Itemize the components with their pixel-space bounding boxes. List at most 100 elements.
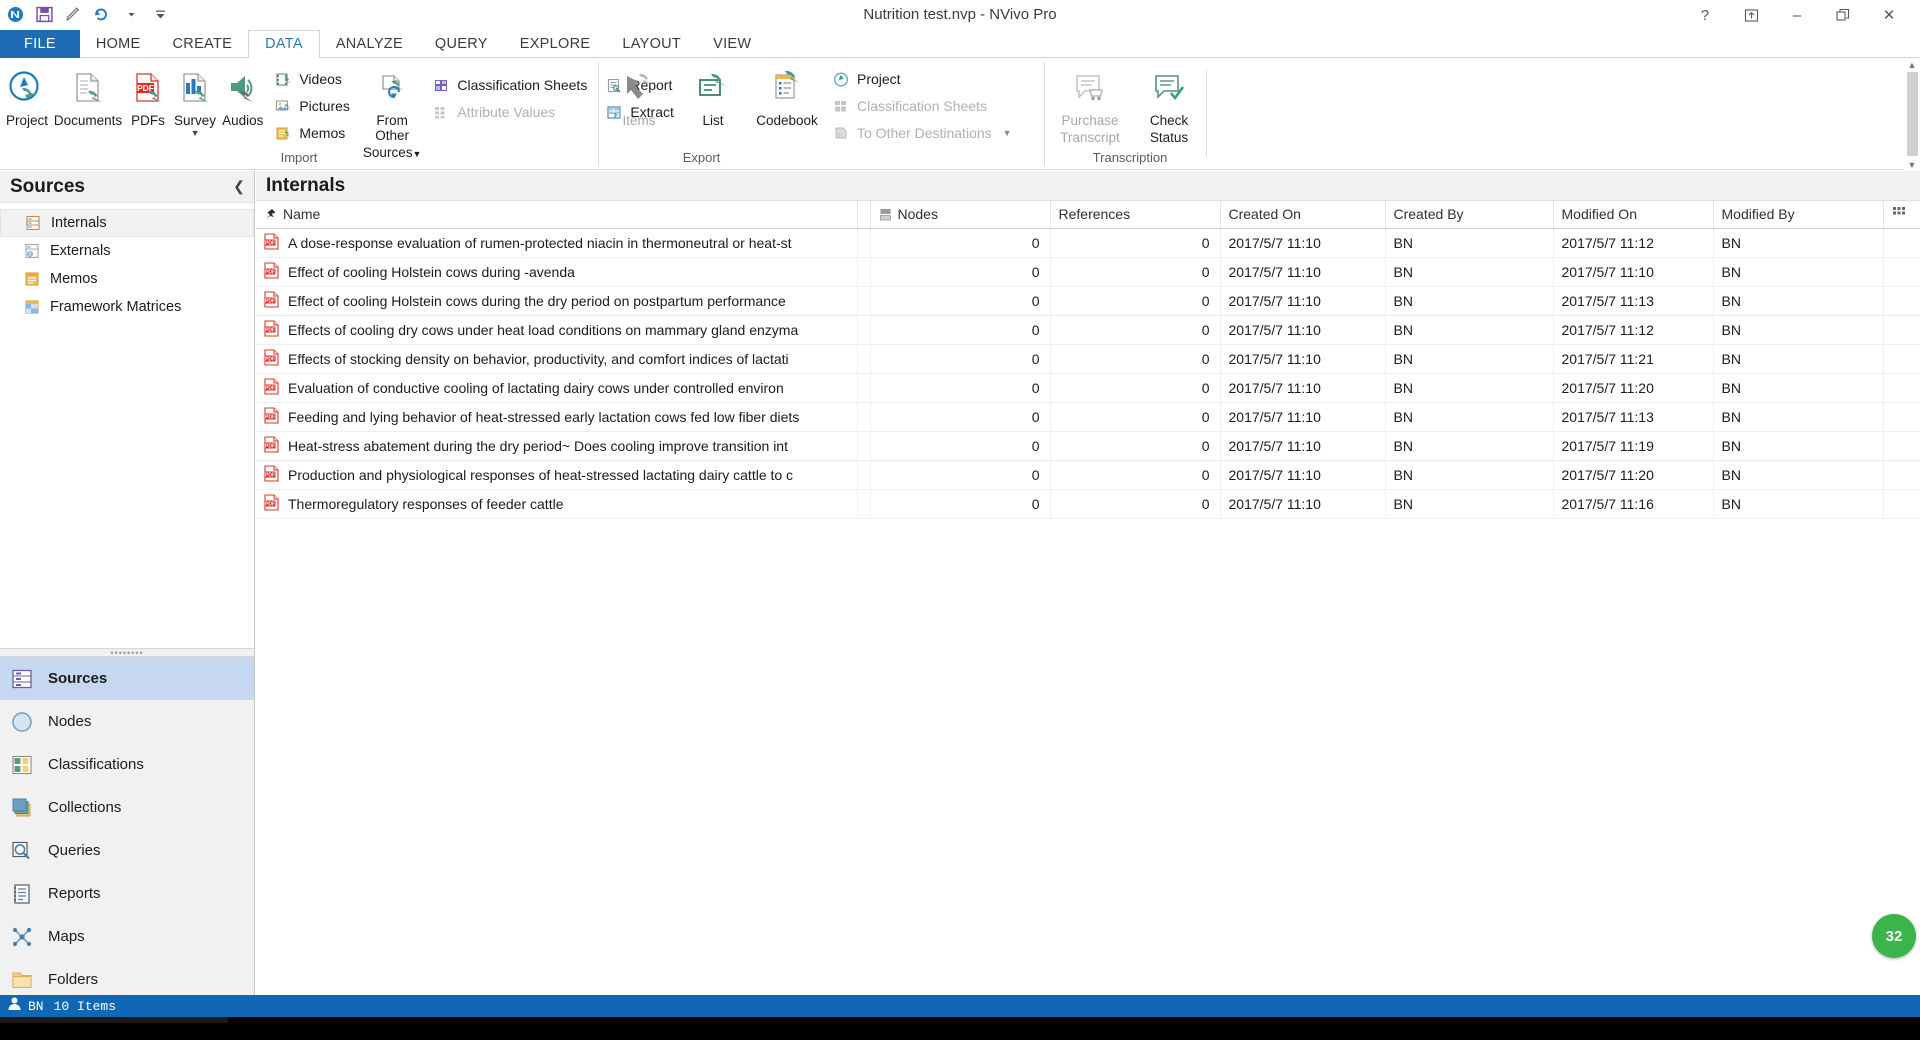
nav-item-sources[interactable]: Sources (0, 657, 254, 700)
column-header-name[interactable]: Name (256, 201, 858, 229)
table-row[interactable]: PDF Effects of cooling dry cows under hea… (256, 315, 1920, 345)
export-codebook-button[interactable]: Codebook (750, 62, 824, 148)
import-classification-sheets-button[interactable]: Classification Sheets (428, 72, 595, 98)
pdf-icon: PDF (264, 261, 279, 282)
cell-name[interactable]: PDF Production and physiological response… (256, 460, 858, 490)
table-row[interactable]: PDF Effects of stocking density on behavi… (256, 344, 1920, 374)
ribbon-group-export-label: Export (682, 150, 721, 165)
export-list-button[interactable]: List (676, 62, 750, 148)
tab-analyze[interactable]: ANALYZE (320, 30, 419, 58)
source-name: A dose-response evaluation of rumen-prot… (288, 234, 792, 251)
notification-badge[interactable]: 32 (1872, 914, 1916, 958)
pdf-icon: PDF (264, 493, 279, 514)
cell-name[interactable]: PDF Effect of cooling Holstein cows durin… (256, 257, 858, 287)
nav-item-collections-label: Collections (48, 799, 122, 816)
restore-button[interactable] (1820, 0, 1866, 30)
import-memos-button[interactable]: Memos (270, 120, 358, 146)
ribbon-scroll-down-icon[interactable]: ▼ (1908, 160, 1917, 170)
table-body: PDF A dose-response evaluation of rumen-p… (256, 228, 1920, 519)
ribbon-scroll-up-icon[interactable]: ▲ (1908, 60, 1917, 70)
cell-name[interactable]: PDF Feeding and lying behavior of heat-st… (256, 402, 858, 432)
cell-name[interactable]: PDF Evaluation of conductive cooling of l… (256, 373, 858, 403)
cell-name[interactable]: PDF Thermoregulatory responses of feeder … (256, 489, 858, 519)
nav-item-nodes[interactable]: Nodes (0, 700, 254, 743)
svg-text:PDF: PDF (265, 269, 275, 275)
import-documents-button[interactable]: Documents (51, 62, 125, 148)
ribbon-scroll-thumb[interactable] (1906, 72, 1918, 156)
tab-view[interactable]: VIEW (697, 30, 767, 58)
to-other-destinations-icon (832, 124, 850, 142)
reports-icon (9, 881, 35, 907)
column-header-nodes[interactable]: Nodes (870, 201, 1051, 229)
table-row[interactable]: PDF Effect of cooling Holstein cows durin… (256, 257, 1920, 287)
title-bar: Nutrition test.nvp - NVivo Pro ? – ✕ (0, 0, 1920, 30)
source-name: Thermoregulatory responses of feeder cat… (288, 495, 564, 512)
column-header-references[interactable]: References (1050, 201, 1221, 229)
from-other-sources-button[interactable]: From Other Sources▼ (360, 62, 424, 163)
column-header-modified-on[interactable]: Modified On (1553, 201, 1714, 229)
column-header-created-by[interactable]: Created By (1385, 201, 1554, 229)
check-status-label-line1: Check (1149, 113, 1189, 128)
tab-data[interactable]: DATA (248, 30, 320, 58)
table-row[interactable]: PDF Feeding and lying behavior of heat-st… (256, 402, 1920, 432)
column-header-created-on[interactable]: Created On (1220, 201, 1386, 229)
cell-name[interactable]: PDF Effects of stocking density on behavi… (256, 344, 858, 374)
import-videos-button[interactable]: Videos (270, 66, 358, 92)
import-project-button[interactable]: Project (3, 62, 51, 148)
cell-modified-by: BN (1713, 286, 1884, 316)
cell-created-on: 2017/5/7 11:10 (1220, 489, 1386, 519)
pdf-icon: PDF (264, 348, 279, 369)
navigation-splitter[interactable]: •••••••• (0, 648, 254, 657)
to-other-destinations-dropdown-icon: ▼ (1002, 128, 1012, 138)
column-header-modified-by[interactable]: Modified By (1713, 201, 1884, 229)
nav-item-collections[interactable]: Collections (0, 786, 254, 829)
chevron-left-icon[interactable]: ❮ (230, 175, 248, 199)
tab-create[interactable]: CREATE (157, 30, 249, 58)
export-project-button[interactable]: Project (828, 66, 1020, 92)
queries-icon (9, 838, 35, 864)
tab-layout[interactable]: LAYOUT (606, 30, 697, 58)
table-row[interactable]: PDF Evaluation of conductive cooling of l… (256, 373, 1920, 403)
import-pictures-button[interactable]: Pictures (270, 93, 358, 119)
tab-home[interactable]: HOME (80, 30, 157, 58)
nav-item-folders-label: Folders (48, 971, 99, 988)
cell-name[interactable]: PDF Heat-stress abatement during the dry … (256, 431, 858, 461)
minimize-button[interactable]: – (1774, 0, 1820, 30)
import-project-icon (7, 67, 47, 111)
nav-item-maps[interactable]: Maps (0, 915, 254, 958)
nav-item-reports[interactable]: Reports (0, 872, 254, 915)
cell-references: 0 (1050, 402, 1221, 432)
cell-name[interactable]: PDF Effect of cooling Holstein cows durin… (256, 286, 858, 316)
table-row[interactable]: PDF Heat-stress abatement during the dry … (256, 431, 1920, 461)
table-row[interactable]: PDF Production and physiological response… (256, 460, 1920, 490)
import-audios-button[interactable]: Audios (219, 62, 266, 148)
tree-item-externals[interactable]: Externals (0, 237, 254, 265)
cell-name[interactable]: PDF Effects of cooling dry cows under hea… (256, 315, 858, 345)
import-pdfs-button[interactable]: PDF PDFs (125, 62, 171, 148)
ribbon-scrollbar[interactable]: ▲ ▼ (1904, 58, 1920, 170)
table-row[interactable]: PDF Thermoregulatory responses of feeder … (256, 489, 1920, 519)
cell-name[interactable]: PDF A dose-response evaluation of rumen-p… (256, 228, 858, 258)
tab-query[interactable]: QUERY (419, 30, 504, 58)
tab-explore[interactable]: EXPLORE (504, 30, 607, 58)
column-chooser-button[interactable] (1883, 201, 1920, 229)
tree-item-internals[interactable]: Internals (0, 209, 254, 237)
cell-nodes: 0 (870, 460, 1051, 490)
ribbon-display-options-button[interactable] (1728, 0, 1774, 30)
help-button[interactable]: ? (1682, 0, 1728, 30)
nav-item-classifications[interactable]: Classifications (0, 743, 254, 786)
videos-icon (274, 70, 292, 88)
from-other-sources-label-line1: From Other (375, 113, 410, 143)
close-button[interactable]: ✕ (1866, 0, 1912, 30)
tree-item-memos[interactable]: Memos (0, 265, 254, 293)
table-row[interactable]: PDF Effect of cooling Holstein cows durin… (256, 286, 1920, 316)
import-survey-dropdown-icon[interactable]: ▼ (191, 129, 200, 138)
tree-item-framework-matrices[interactable]: Framework Matrices (0, 293, 254, 321)
cell-modified-on: 2017/5/7 11:20 (1553, 373, 1714, 403)
nav-item-reports-label: Reports (48, 885, 101, 902)
check-status-button[interactable]: Check Status (1132, 62, 1206, 148)
nav-item-queries[interactable]: Queries (0, 829, 254, 872)
tab-file[interactable]: FILE (0, 30, 80, 58)
table-row[interactable]: PDF A dose-response evaluation of rumen-p… (256, 228, 1920, 258)
import-survey-button[interactable]: Survey ▼ (171, 62, 219, 148)
